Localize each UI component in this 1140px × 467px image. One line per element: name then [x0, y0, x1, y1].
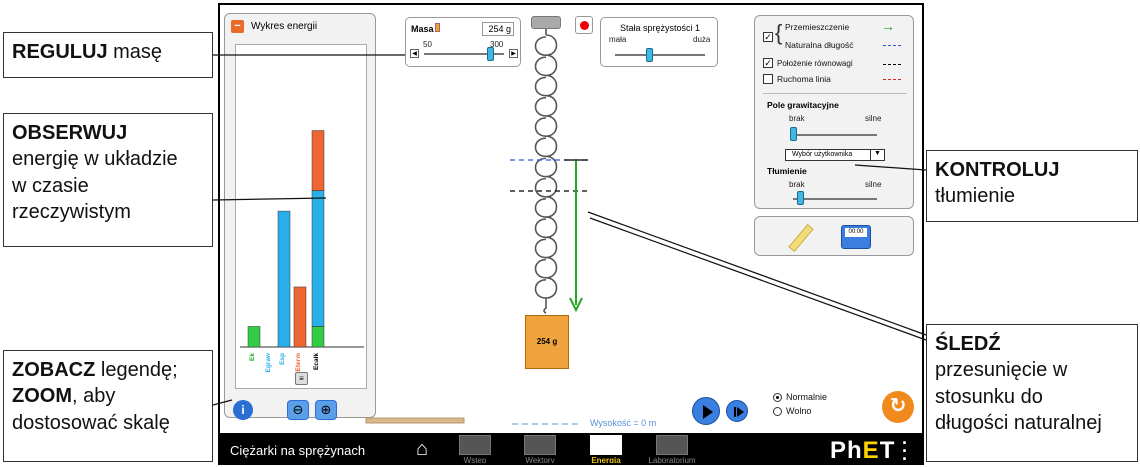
- equilibrium-checkbox[interactable]: ✓: [763, 58, 773, 68]
- callout-damping-bold: KONTROLUJ: [935, 159, 1060, 181]
- grouping-brace: {: [775, 20, 783, 45]
- callout-observe-bold: OBSERWUJ: [12, 122, 128, 144]
- screenshot-root: − Wykres energii Ek Egraw Esp Eterm Ecałk ≡ …: [0, 0, 1140, 467]
- tools-panel: 00:00: [754, 216, 914, 256]
- ruler-floor[interactable]: [365, 417, 465, 424]
- callout-observe-line2: w czasie: [12, 174, 89, 197]
- movable-line-label: Ruchoma linia: [777, 74, 831, 84]
- home-icon[interactable]: ⌂: [416, 439, 428, 459]
- tab-energy-label: Energia: [591, 456, 621, 465]
- play-icon: [703, 405, 713, 419]
- phet-logo-t: T: [879, 437, 896, 464]
- step-button[interactable]: [726, 400, 748, 422]
- tab-vectors-label: Wektory: [525, 456, 555, 465]
- phet-logo[interactable]: PhET: [830, 437, 896, 464]
- tab-intro[interactable]: Wstęp: [455, 435, 495, 463]
- callout-mass-text: masę: [107, 41, 163, 63]
- mass-block[interactable]: 254 g: [525, 315, 569, 369]
- callout-legend-text2: , aby: [72, 385, 116, 408]
- callout-track-line3: stosunku do: [935, 385, 1043, 408]
- gravity-slider-track[interactable]: [793, 134, 877, 136]
- callout-track-line4: długości naturalnej: [935, 412, 1102, 435]
- callout-legend-bold1: ZOBACZ: [12, 359, 96, 381]
- natural-length-label: Naturalna długość: [785, 40, 854, 50]
- callout-legend-line3: dostosować skalę: [12, 411, 170, 434]
- speed-slow-label: Wolno: [786, 406, 812, 416]
- ruler-icon[interactable]: [788, 223, 814, 253]
- tab-energy-thumbnail: [590, 435, 622, 455]
- callout-track-bold: ŚLEDŹ: [935, 333, 1001, 355]
- gravity-max-label: silne: [865, 114, 882, 123]
- gravity-title: Pole grawitacyjne: [767, 100, 839, 110]
- damping-min-label: brak: [789, 180, 805, 189]
- damping-max-label: silne: [865, 180, 882, 189]
- equilibrium-icon: [883, 64, 901, 65]
- displacement-arrow-icon: →: [881, 18, 895, 34]
- natural-length-icon: [883, 45, 901, 46]
- movable-line-checkbox[interactable]: [763, 74, 773, 84]
- callout-track: ŚLEDŹ przesunięcie w stosunku do długośc…: [926, 324, 1138, 462]
- displacement-label: Przemieszczenie: [785, 22, 850, 32]
- callout-damping-line2: tłumienie: [935, 185, 1016, 208]
- callout-observe-line3: rzeczywistym: [12, 201, 131, 224]
- tab-lab-label: Laboratorium: [648, 456, 696, 465]
- tab-energy[interactable]: Energia: [586, 435, 626, 463]
- callout-legend: ZOBACZ legendę; ZOOM, aby dostosować ska…: [3, 350, 213, 462]
- callout-legend-bold2: ZOOM: [12, 385, 72, 408]
- callout-track-line2: przesunięcie w: [935, 359, 1068, 382]
- callout-mass-bold: REGULUJ: [12, 41, 108, 63]
- tab-intro-label: Wstęp: [463, 456, 487, 465]
- phet-logo-e: E: [862, 437, 880, 464]
- gravity-preset-select[interactable]: Wybór użytkownika ▼: [785, 149, 885, 161]
- navigation-bar: Ciężarki na sprężynach ⌂ Wstęp Wektory E…: [220, 433, 922, 464]
- speed-slow-radio[interactable]: [773, 407, 782, 416]
- step-icon: [737, 407, 744, 417]
- damping-slider-thumb[interactable]: [796, 191, 804, 205]
- callout-observe: OBSERWUJ energię w układzie w czasie rze…: [3, 113, 213, 247]
- gravity-slider-thumb[interactable]: [790, 127, 797, 141]
- movable-line-icon: [883, 79, 901, 80]
- play-button[interactable]: [692, 397, 720, 425]
- tab-lab[interactable]: Laboratorium: [648, 435, 696, 463]
- simulation-title: Ciężarki na sprężynach: [230, 443, 366, 458]
- damping-title: Tłumienie: [767, 166, 807, 176]
- callout-damping: KONTROLUJ tłumienie: [926, 150, 1138, 222]
- height-label: Wysokość = 0 m: [590, 418, 657, 428]
- damping-slider-track[interactable]: [793, 198, 877, 200]
- speed-normal-radio[interactable]: [773, 393, 782, 402]
- options-panel: ✓ { Przemieszczenie → Naturalna długość …: [754, 15, 914, 209]
- speed-normal-label: Normalnie: [786, 392, 828, 402]
- tab-lab-thumbnail: [656, 435, 688, 455]
- spring[interactable]: [534, 29, 558, 314]
- equilibrium-label: Położenie równowagi: [777, 59, 853, 68]
- tab-vectors[interactable]: Wektory: [520, 435, 560, 463]
- menu-icon[interactable]: · · ·: [902, 434, 908, 463]
- tab-intro-thumbnail: [459, 435, 491, 455]
- callout-legend-text1: legendę;: [95, 359, 178, 381]
- gravity-min-label: brak: [789, 114, 805, 123]
- stopwatch-display: 00:00: [845, 228, 867, 237]
- simulation-window: − Wykres energii Ek Egraw Esp Eterm Ecałk ≡ …: [218, 3, 924, 465]
- reset-button[interactable]: ↻: [882, 391, 914, 423]
- step-icon-bar: [734, 407, 736, 417]
- phet-logo-ph: Ph: [830, 437, 863, 464]
- callout-mass: REGULUJ masę: [3, 32, 213, 78]
- gravity-preset-value: Wybór użytkownika: [792, 151, 853, 158]
- stopwatch-icon[interactable]: 00:00: [841, 225, 871, 249]
- displacement-checkbox[interactable]: ✓: [763, 32, 773, 42]
- callout-observe-line1: energię w układzie: [12, 148, 178, 171]
- tab-vectors-thumbnail: [524, 435, 556, 455]
- chevron-down-icon: ▼: [870, 149, 884, 161]
- divider: [763, 93, 907, 94]
